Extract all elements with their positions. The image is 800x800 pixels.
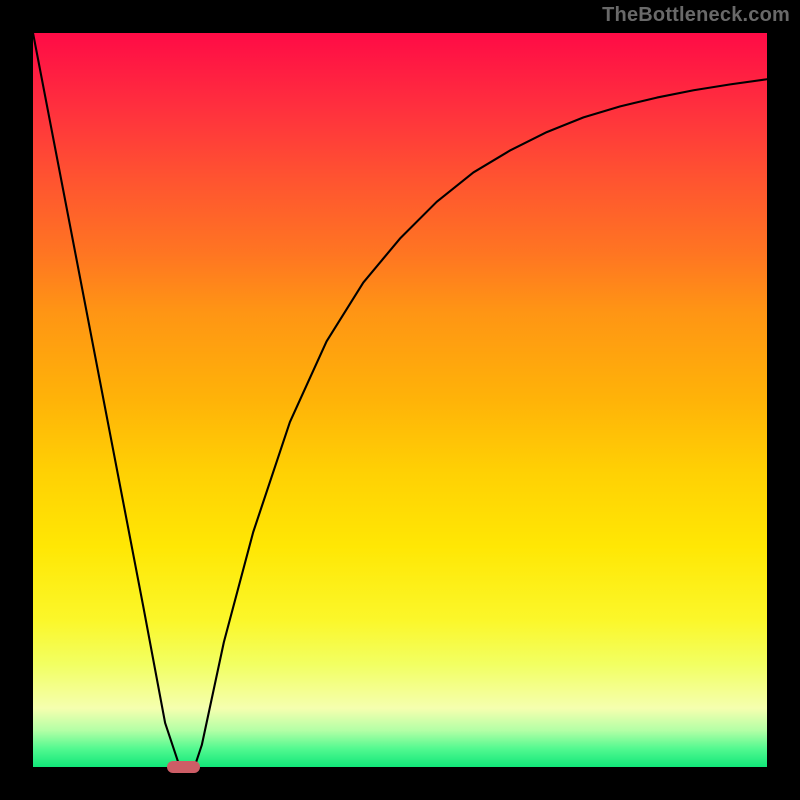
chart-frame: TheBottleneck.com <box>0 0 800 800</box>
plot-area <box>33 33 767 767</box>
watermark-text: TheBottleneck.com <box>602 4 790 27</box>
bottleneck-curve <box>33 33 767 767</box>
optimum-marker <box>167 761 201 773</box>
curve-svg <box>33 33 767 767</box>
